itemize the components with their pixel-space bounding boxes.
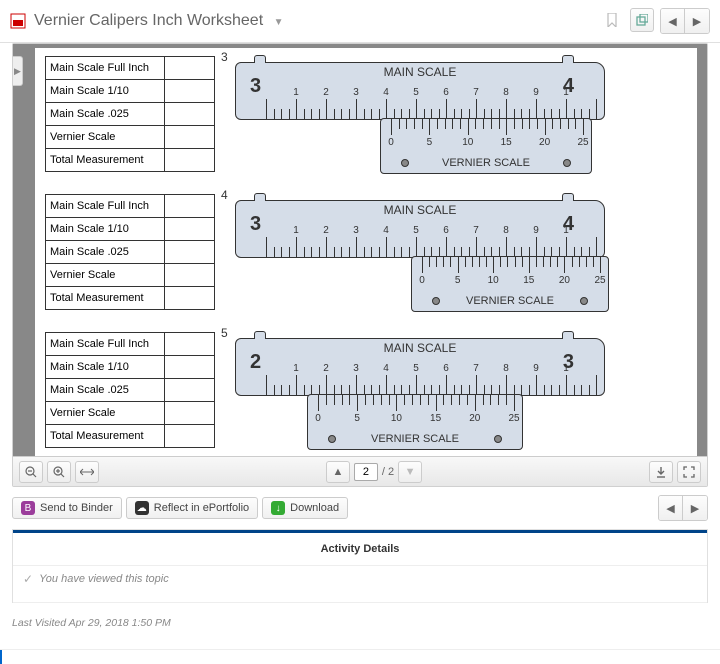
activity-panel: Activity Details ✓ You have viewed this … xyxy=(12,529,708,603)
table-row-value xyxy=(165,80,215,103)
main-left-number: 3 xyxy=(250,213,261,236)
table-row-label: Main Scale 1/10 xyxy=(46,356,165,379)
worksheet-row: Main Scale Full InchMain Scale 1/10Main … xyxy=(45,326,687,454)
table-row-label: Main Scale Full Inch xyxy=(46,333,165,356)
table-row-label: Main Scale Full Inch xyxy=(46,195,165,218)
top-actions: ◀ ▶ xyxy=(600,8,710,34)
activity-body: ✓ You have viewed this topic xyxy=(13,565,707,603)
page-title: Vernier Calipers Inch Worksheet ▼ xyxy=(34,12,600,30)
table-row-value xyxy=(165,333,215,356)
bookmark-icon[interactable] xyxy=(600,8,624,32)
bottom-next-button[interactable]: ▶ xyxy=(683,496,707,520)
download-pdf-button[interactable] xyxy=(649,461,673,483)
table-row-value xyxy=(165,195,215,218)
table-row-value xyxy=(165,264,215,287)
top-prev-button[interactable]: ◀ xyxy=(661,9,685,33)
caliper-diagram: MAIN SCALE3412345678910510152025VERNIER … xyxy=(235,188,605,316)
bottom-prev-button[interactable]: ◀ xyxy=(659,496,683,520)
table-row-label: Total Measurement xyxy=(46,425,165,448)
vernier-scale-label: VERNIER SCALE xyxy=(412,295,608,307)
activity-heading: Activity Details xyxy=(13,533,707,565)
binder-label: Send to Binder xyxy=(40,502,113,514)
table-row-value xyxy=(165,379,215,402)
zoom-in-button[interactable] xyxy=(47,461,71,483)
reflect-eportfolio-button[interactable]: ☁ Reflect in ePortfolio xyxy=(126,497,258,519)
page-input[interactable] xyxy=(354,463,378,481)
table-row-label: Total Measurement xyxy=(46,149,165,172)
doc-scroll: ▶ Main Scale Full InchMain Scale 1/10Mai… xyxy=(13,44,707,456)
main-left-number: 2 xyxy=(250,351,261,374)
table-row-label: Total Measurement xyxy=(46,287,165,310)
top-next-button[interactable]: ▶ xyxy=(685,9,709,33)
doc-page: Main Scale Full InchMain Scale 1/10Main … xyxy=(35,48,697,456)
caliper-diagram: MAIN SCALE3412345678910510152025VERNIER … xyxy=(235,50,605,178)
bottom-accent xyxy=(0,649,720,664)
doc-frame: ▶ Main Scale Full InchMain Scale 1/10Mai… xyxy=(12,43,708,487)
viewer-toolbar: ▲ / 2 ▼ xyxy=(13,456,707,486)
main-scale-label: MAIN SCALE xyxy=(236,341,604,355)
table-row-label: Main Scale 1/10 xyxy=(46,80,165,103)
table-row-label: Main Scale 1/10 xyxy=(46,218,165,241)
measurement-table: Main Scale Full InchMain Scale 1/10Main … xyxy=(45,194,215,310)
activity-viewed-text: You have viewed this topic xyxy=(39,573,169,585)
vernier-scale-label: VERNIER SCALE xyxy=(381,157,591,169)
last-visited: Last Visited Apr 29, 2018 1:50 PM xyxy=(0,613,720,649)
table-row-value xyxy=(165,287,215,310)
page-total: / 2 xyxy=(382,466,394,478)
table-row-value xyxy=(165,402,215,425)
table-row-value xyxy=(165,57,215,80)
title-dropdown-icon[interactable]: ▼ xyxy=(274,17,284,28)
title-text: Vernier Calipers Inch Worksheet xyxy=(34,12,263,29)
problem-number: 3 xyxy=(221,50,235,64)
check-icon: ✓ xyxy=(23,572,33,586)
problem-number: 5 xyxy=(221,326,235,340)
table-row-label: Vernier Scale xyxy=(46,126,165,149)
last-visited-label: Last Visited xyxy=(12,617,69,629)
table-row-value xyxy=(165,218,215,241)
pdf-icon xyxy=(10,13,26,29)
main-scale-label: MAIN SCALE xyxy=(236,65,604,79)
worksheet-row: Main Scale Full InchMain Scale 1/10Main … xyxy=(45,50,687,178)
caliper-diagram: MAIN SCALE2312345678910510152025VERNIER … xyxy=(235,326,605,454)
worksheet-row: Main Scale Full InchMain Scale 1/10Main … xyxy=(45,188,687,316)
table-row-value xyxy=(165,356,215,379)
vernier-scale-label: VERNIER SCALE xyxy=(308,433,522,445)
zoom-out-button[interactable] xyxy=(19,461,43,483)
table-row-value xyxy=(165,241,215,264)
download-button[interactable]: ↓ Download xyxy=(262,497,348,519)
page-down-button[interactable]: ▼ xyxy=(398,461,422,483)
fullscreen-button[interactable] xyxy=(677,461,701,483)
problem-number: 4 xyxy=(221,188,235,202)
send-to-binder-button[interactable]: B Send to Binder xyxy=(12,497,122,519)
measurement-table: Main Scale Full InchMain Scale 1/10Main … xyxy=(45,56,215,172)
table-row-value xyxy=(165,103,215,126)
table-row-label: Main Scale .025 xyxy=(46,103,165,126)
fit-width-button[interactable] xyxy=(75,461,99,483)
download-icon: ↓ xyxy=(271,501,285,515)
table-row-label: Main Scale Full Inch xyxy=(46,57,165,80)
side-panel-toggle[interactable]: ▶ xyxy=(13,56,23,86)
binder-icon: B xyxy=(21,501,35,515)
main-left-number: 3 xyxy=(250,75,261,98)
action-row: B Send to Binder ☁ Reflect in ePortfolio… xyxy=(0,487,720,527)
table-row-value xyxy=(165,425,215,448)
last-visited-time: Apr 29, 2018 1:50 PM xyxy=(69,617,171,629)
top-nav-pair: ◀ ▶ xyxy=(660,8,710,34)
reflect-label: Reflect in ePortfolio xyxy=(154,502,249,514)
table-row-value xyxy=(165,149,215,172)
table-row-value xyxy=(165,126,215,149)
table-row-label: Main Scale .025 xyxy=(46,241,165,264)
measurement-table: Main Scale Full InchMain Scale 1/10Main … xyxy=(45,332,215,448)
table-row-label: Main Scale .025 xyxy=(46,379,165,402)
topbar: Vernier Calipers Inch Worksheet ▼ ◀ ▶ xyxy=(0,0,720,43)
main-scale-label: MAIN SCALE xyxy=(236,203,604,217)
download-label: Download xyxy=(290,502,339,514)
page-up-button[interactable]: ▲ xyxy=(326,461,350,483)
popout-icon[interactable] xyxy=(630,8,654,32)
table-row-label: Vernier Scale xyxy=(46,264,165,287)
table-row-label: Vernier Scale xyxy=(46,402,165,425)
cloud-icon: ☁ xyxy=(135,501,149,515)
bottom-nav-pair: ◀ ▶ xyxy=(658,495,708,521)
